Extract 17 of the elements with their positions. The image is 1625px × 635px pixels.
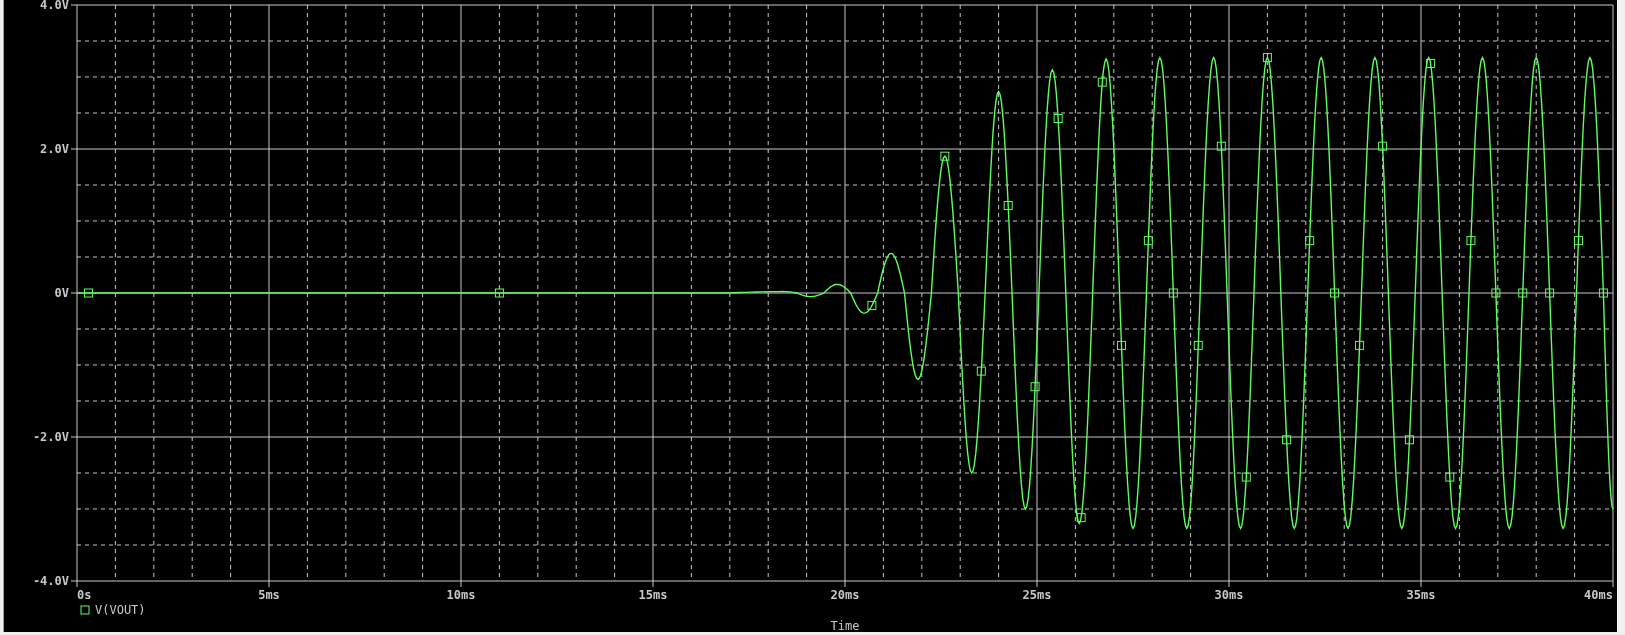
x-axis-tick-label: 0s (77, 588, 92, 602)
x-axis-tick-label: 10ms (446, 588, 476, 602)
x-axis-tick-label: 15ms (638, 588, 668, 602)
x-axis-tick-label: 30ms (1214, 588, 1244, 602)
x-axis-title: Time (830, 619, 860, 632)
x-axis-tick-label: 20ms (830, 588, 860, 602)
y-axis-tick-label: 2.0V (40, 142, 69, 156)
x-axis-tick-label: 5ms (258, 588, 280, 602)
x-axis-tick-label: 35ms (1406, 588, 1436, 602)
y-axis-tick-label: -4.0V (32, 574, 69, 588)
legend-label: V(VOUT) (95, 603, 146, 617)
y-axis-tick-label: 0V (54, 286, 69, 300)
legend-marker-icon (80, 605, 90, 615)
y-axis-tick-label: 4.0V (40, 0, 69, 12)
x-axis-tick-label: 25ms (1022, 588, 1052, 602)
x-axis-tick-label: 40ms (1584, 588, 1613, 602)
y-axis-tick-label: -2.0V (32, 430, 69, 444)
